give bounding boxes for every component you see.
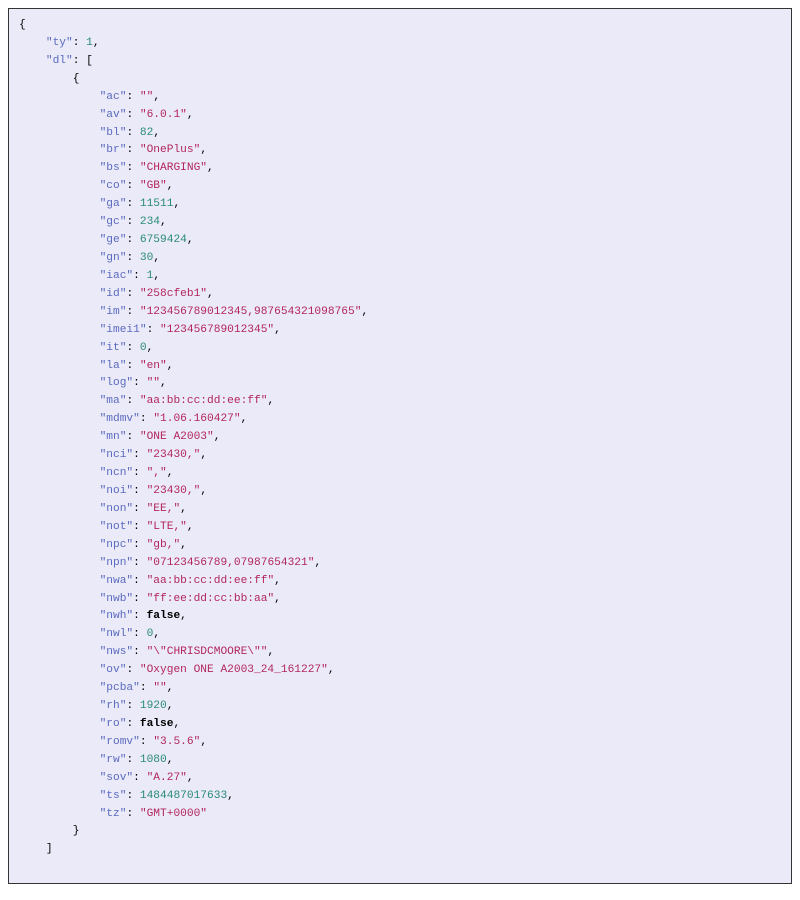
prop-id: "id": "258cfeb1", [19,286,781,304]
prop-nwb: "nwb": "ff:ee:dd:cc:bb:aa", [19,591,781,609]
prop-bl: "bl": 82, [19,125,781,143]
dl-item-open: { [19,71,781,89]
value-ty: 1 [86,37,93,49]
prop-ro: "ro": false, [19,716,781,734]
dl-properties: "ac": "", "av": "6.0.1", "bl": 82, "br":… [19,89,781,824]
prop-ma: "ma": "aa:bb:cc:dd:ee:ff", [19,393,781,411]
dl-item-close: } [19,823,781,841]
prop-ge: "ge": 6759424, [19,232,781,250]
prop-la: "la": "en", [19,358,781,376]
prop-ac: "ac": "", [19,89,781,107]
prop-non: "non": "EE,", [19,501,781,519]
prop-log: "log": "", [19,375,781,393]
prop-romv: "romv": "3.5.6", [19,734,781,752]
prop-ts: "ts": 1484487017633, [19,788,781,806]
prop-av: "av": "6.0.1", [19,107,781,125]
prop-co: "co": "GB", [19,178,781,196]
prop-nwa: "nwa": "aa:bb:cc:dd:ee:ff", [19,573,781,591]
prop-ty: "ty": 1, [19,35,781,53]
prop-mdmv: "mdmv": "1.06.160427", [19,411,781,429]
prop-br: "br": "OnePlus", [19,142,781,160]
prop-rw: "rw": 1080, [19,752,781,770]
prop-nwl: "nwl": 0, [19,626,781,644]
dl-array-close: ] [19,841,781,859]
prop-tz: "tz": "GMT+0000" [19,806,781,824]
prop-npn: "npn": "07123456789,07987654321", [19,555,781,573]
brace-open: { [19,17,781,35]
prop-ov: "ov": "Oxygen ONE A2003_24_161227", [19,662,781,680]
prop-ga: "ga": 11511, [19,196,781,214]
prop-ncn: "ncn": ",", [19,465,781,483]
json-panel: { "ty": 1, "dl": [ { "ac": "", "av": "6.… [8,8,792,884]
prop-nws: "nws": "\"CHRISDCMOORE\"", [19,644,781,662]
prop-gc: "gc": 234, [19,214,781,232]
prop-it: "it": 0, [19,340,781,358]
prop-mn: "mn": "ONE A2003", [19,429,781,447]
prop-noi: "noi": "23430,", [19,483,781,501]
prop-nwh: "nwh": false, [19,608,781,626]
prop-pcba: "pcba": "", [19,680,781,698]
prop-nci: "nci": "23430,", [19,447,781,465]
prop-npc: "npc": "gb,", [19,537,781,555]
prop-bs: "bs": "CHARGING", [19,160,781,178]
prop-not: "not": "LTE,", [19,519,781,537]
prop-gn: "gn": 30, [19,250,781,268]
prop-imei1: "imei1": "123456789012345", [19,322,781,340]
prop-rh: "rh": 1920, [19,698,781,716]
prop-iac: "iac": 1, [19,268,781,286]
prop-dl-open: "dl": [ [19,53,781,71]
prop-sov: "sov": "A.27", [19,770,781,788]
prop-im: "im": "123456789012345,987654321098765", [19,304,781,322]
